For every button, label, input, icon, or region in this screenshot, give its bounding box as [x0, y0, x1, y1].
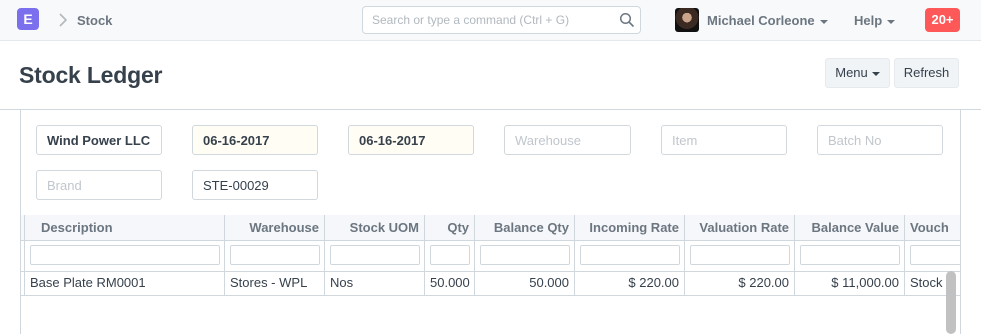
- column-filter-incoming-rate[interactable]: [580, 245, 680, 265]
- column-filter-cell: [425, 240, 475, 271]
- user-name: Michael Corleone: [707, 13, 815, 28]
- to-date-filter[interactable]: [348, 125, 474, 155]
- column-filter-balance-value[interactable]: [800, 245, 900, 265]
- caret-down-icon: [887, 19, 896, 24]
- app-logo[interactable]: E: [17, 8, 39, 30]
- column-header-stock-uom[interactable]: Stock UOM: [325, 215, 425, 240]
- column-header-qty[interactable]: Qty: [425, 215, 475, 240]
- batch-no-filter[interactable]: [817, 125, 943, 155]
- brand-filter[interactable]: [36, 170, 162, 200]
- search-icon[interactable]: [619, 12, 635, 28]
- notification-badge[interactable]: 20+: [925, 8, 960, 32]
- chevron-right-icon: [59, 13, 68, 27]
- menu-label: Menu: [835, 65, 868, 80]
- table-cell-incoming-rate[interactable]: $ 220.00: [575, 271, 685, 295]
- column-filter-qty[interactable]: [430, 245, 470, 265]
- report-grid: Description Warehouse Stock UOM Qty Bala…: [21, 215, 960, 334]
- user-menu[interactable]: Michael Corleone: [707, 13, 828, 28]
- column-header-valuation-rate[interactable]: Valuation Rate: [685, 215, 795, 240]
- item-filter[interactable]: [661, 125, 787, 155]
- table-cell-valuation-rate[interactable]: $ 220.00: [685, 271, 795, 295]
- column-filter-description[interactable]: [30, 245, 220, 265]
- help-menu[interactable]: Help: [854, 13, 896, 28]
- column-filter-cell: [475, 240, 575, 271]
- refresh-button[interactable]: Refresh: [894, 58, 959, 88]
- column-filter-stock-uom[interactable]: [330, 245, 420, 265]
- breadcrumb-stock[interactable]: Stock: [77, 13, 112, 28]
- column-header-incoming-rate[interactable]: Incoming Rate: [575, 215, 685, 240]
- column-header-balance-qty[interactable]: Balance Qty: [475, 215, 575, 240]
- column-filter-cell: [575, 240, 685, 271]
- column-filter-valuation-rate[interactable]: [690, 245, 790, 265]
- navbar: E Stock Michael Corleone Help 20+: [0, 0, 981, 41]
- warehouse-filter[interactable]: [504, 125, 631, 155]
- column-header-balance-value[interactable]: Balance Value: [795, 215, 905, 240]
- column-filter-warehouse[interactable]: [230, 245, 320, 265]
- company-filter[interactable]: [36, 125, 162, 155]
- table-cell-description[interactable]: Base Plate RM0001: [25, 271, 225, 295]
- vertical-scrollbar[interactable]: [946, 271, 956, 334]
- table-cell-stock-uom[interactable]: Nos: [325, 271, 425, 295]
- from-date-filter[interactable]: [192, 125, 318, 155]
- caret-down-icon: [871, 71, 880, 76]
- column-filter-cell: [325, 240, 425, 271]
- column-filter-cell: [685, 240, 795, 271]
- avatar[interactable]: [675, 8, 699, 32]
- column-header-voucher[interactable]: Vouch: [905, 215, 960, 240]
- grid-line: [21, 295, 960, 296]
- column-header-warehouse[interactable]: Warehouse: [225, 215, 325, 240]
- column-filter-voucher[interactable]: [910, 245, 960, 265]
- search-box[interactable]: [362, 6, 641, 34]
- menu-button[interactable]: Menu: [825, 58, 890, 88]
- voucher-no-filter[interactable]: [192, 170, 318, 200]
- caret-down-icon: [819, 19, 828, 24]
- page-title: Stock Ledger: [19, 62, 163, 88]
- column-header-description[interactable]: Description: [25, 215, 225, 240]
- column-filter-cell: [225, 240, 325, 271]
- table-cell-balance-value[interactable]: $ 11,000.00: [795, 271, 905, 295]
- column-filter-cell: [795, 240, 905, 271]
- table-cell-qty[interactable]: 50.000: [425, 271, 475, 295]
- search-input[interactable]: [363, 7, 613, 33]
- column-filter-cell: [25, 240, 225, 271]
- column-filter-cell: [905, 240, 960, 271]
- table-cell-balance-qty[interactable]: 50.000: [475, 271, 575, 295]
- help-label: Help: [854, 13, 883, 28]
- table-cell-warehouse[interactable]: Stores - WPL: [225, 271, 325, 295]
- column-filter-balance-qty[interactable]: [480, 245, 570, 265]
